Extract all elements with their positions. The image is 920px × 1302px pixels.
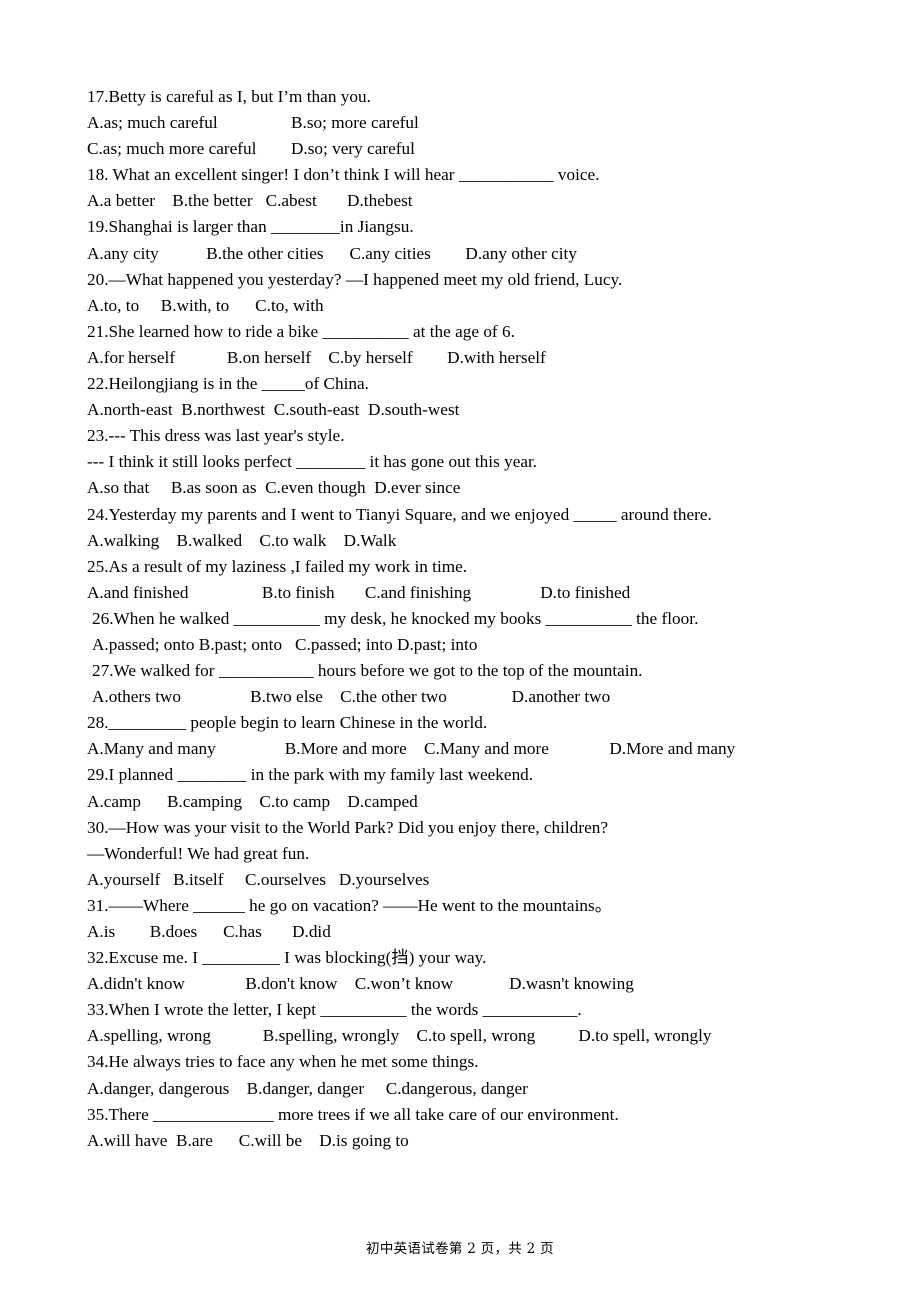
question-options: A.and finished B.to finish C.and finishi… [87,582,631,602]
question-stem: 18. What an excellent singer! I don’t th… [87,165,600,185]
question-stem: 22.Heilongjiang is in the _____of China. [87,374,369,394]
question-stem: 24.Yesterday my parents and I went to Ti… [87,504,712,524]
question-options: A.didn't know B.don't know C.won’t know … [87,974,634,994]
question-options: A.is B.does C.has D.did [87,922,331,941]
question-options: A.a better B.the better C.abest D.thebes… [87,191,413,211]
question-options: A.so that B.as soon as C.even though D.e… [87,478,461,498]
question-options: A.danger, dangerous B.danger, danger C.d… [87,1078,528,1098]
question-stem: 30.—How was your visit to the World Park… [87,817,608,837]
question-stem: 31.——Where ______ he go on vacation? ——H… [87,895,612,915]
question-stem: 35.There ______________ more trees if we… [87,1104,619,1124]
question-stem: 20.—What happened you yesterday? —I happ… [87,269,623,289]
question-stem: 17.Betty is careful as I, but I’m than y… [87,87,371,106]
question-options: —Wonderful! We had great fun. [87,843,310,863]
question-options: A.will have B.are C.will be D.is going t… [87,1130,409,1150]
question-stem: 33.When I wrote the letter, I kept _____… [87,1000,582,1020]
exam-page: 17.Betty is careful as I, but I’m than y… [0,0,920,1302]
question-options: A.walking B.walked C.to walk D.Walk [87,530,397,550]
question-stem: 21.She learned how to ride a bike ______… [87,321,515,341]
question-stem: 29.I planned ________ in the park with m… [87,765,534,785]
question-options: --- I think it still looks perfect _____… [87,452,538,472]
question-stem: 32.Excuse me. I _________ I was blocking… [87,948,487,968]
question-options: A.Many and many B.More and more C.Many a… [87,739,736,759]
question-options: A.any city B.the other cities C.any citi… [87,243,577,263]
question-options: A.camp B.camping C.to camp D.camped [87,791,418,811]
question-stem: 28._________ people begin to learn Chine… [87,713,488,733]
question-list: 17.Betty is careful as I, but I’m than y… [87,84,887,1154]
question-stem: 19.Shanghai is larger than ________in Ji… [87,217,414,237]
question-options: A.to, to B.with, to C.to, with [87,295,324,315]
question-stem: 26.When he walked __________ my desk, he… [92,608,699,628]
question-options: A.yourself B.itself C.ourselves D.yourse… [87,869,430,889]
question-stem: 27.We walked for ___________ hours befor… [92,661,643,681]
question-options: A.others two B.two else C.the other two … [92,687,611,707]
question-stem: 25.As a result of my laziness ,I failed … [87,556,468,576]
question-options: C.as; much more careful D.so; very caref… [87,139,415,159]
question-options: A.spelling, wrong B.spelling, wrongly C.… [87,1026,712,1046]
page-footer: 初中英语试卷第 2 页，共 2 页 [0,1240,920,1258]
question-options: A.for herself B.on herself C.by herself … [87,347,546,367]
question-stem: 23.--- This dress was last year's style. [87,426,345,446]
question-stem: 34.He always tries to face any when he m… [87,1052,479,1072]
question-options: A.north-east B.northwest C.south-east D.… [87,400,460,420]
footer-page-label: 初中英语试卷第 2 页，共 2 页 [366,1241,554,1257]
question-options: A.passed; onto B.past; onto C.passed; in… [92,634,478,654]
question-options: A.as; much careful B.so; more careful [87,113,419,133]
